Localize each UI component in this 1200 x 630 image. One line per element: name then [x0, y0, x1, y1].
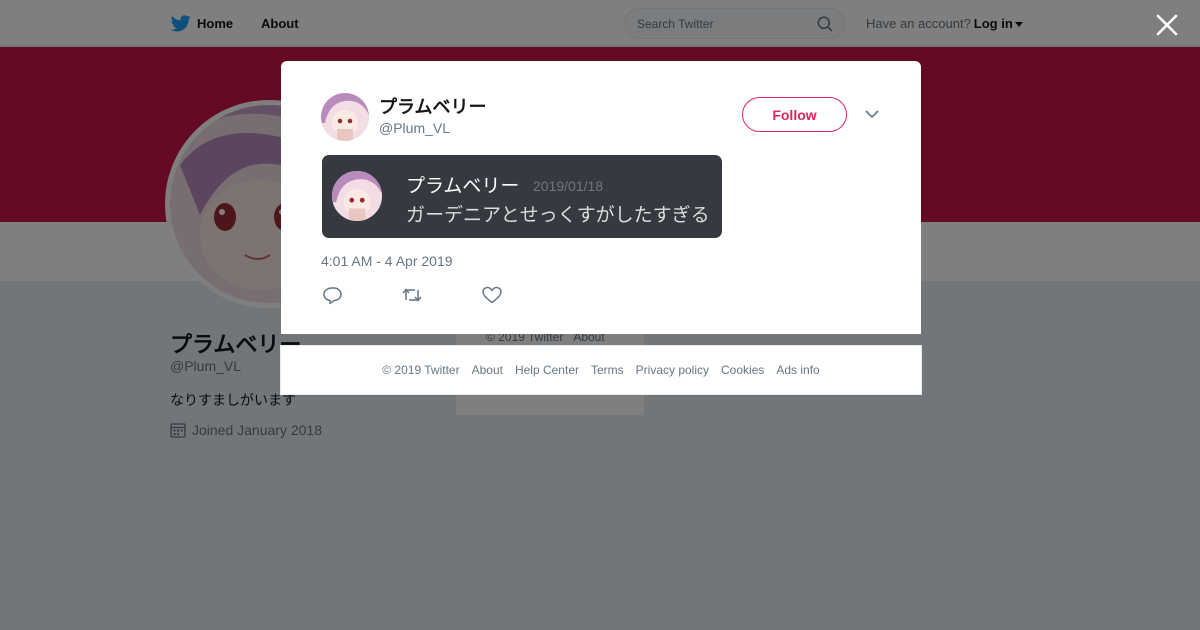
footer-link-about[interactable]: About: [472, 363, 503, 377]
footer-copyright: © 2019 Twitter: [382, 363, 460, 377]
embed-message-text: ガーデニアとせっくすがしたすぎる: [406, 205, 710, 226]
tweet-modal: プラムベリー @Plum_VL Follow プラムベリー 2019/01/18…: [281, 61, 921, 334]
avatar-illustration-icon: [321, 93, 369, 141]
footer-link-terms[interactable]: Terms: [591, 363, 624, 377]
retweet-icon[interactable]: [401, 285, 423, 305]
chevron-down-icon[interactable]: [865, 109, 879, 119]
author-name[interactable]: プラムベリー: [379, 93, 486, 119]
follow-button[interactable]: Follow: [742, 97, 847, 132]
embed-avatar: [332, 171, 382, 221]
footer-link-ads-info[interactable]: Ads info: [776, 363, 819, 377]
like-heart-icon[interactable]: [481, 285, 503, 305]
footer-link-cookies[interactable]: Cookies: [721, 363, 764, 377]
close-icon[interactable]: [1154, 12, 1180, 38]
tweet-timestamp[interactable]: 4:01 AM - 4 Apr 2019: [321, 253, 453, 269]
embed-author-name: プラムベリー: [406, 176, 520, 197]
reply-icon[interactable]: [322, 285, 344, 305]
tweet-image[interactable]: プラムベリー 2019/01/18 ガーデニアとせっくすがしたすぎる: [322, 155, 722, 238]
footer-link-privacy-policy[interactable]: Privacy policy: [636, 363, 709, 377]
avatar-illustration-icon: [332, 171, 382, 221]
author-avatar[interactable]: [321, 93, 369, 141]
footer-link-help-center[interactable]: Help Center: [515, 363, 579, 377]
embed-date: 2019/01/18: [533, 178, 604, 194]
author-handle[interactable]: @Plum_VL: [379, 120, 450, 136]
modal-footer: © 2019 Twitter About Help Center Terms P…: [280, 345, 922, 395]
